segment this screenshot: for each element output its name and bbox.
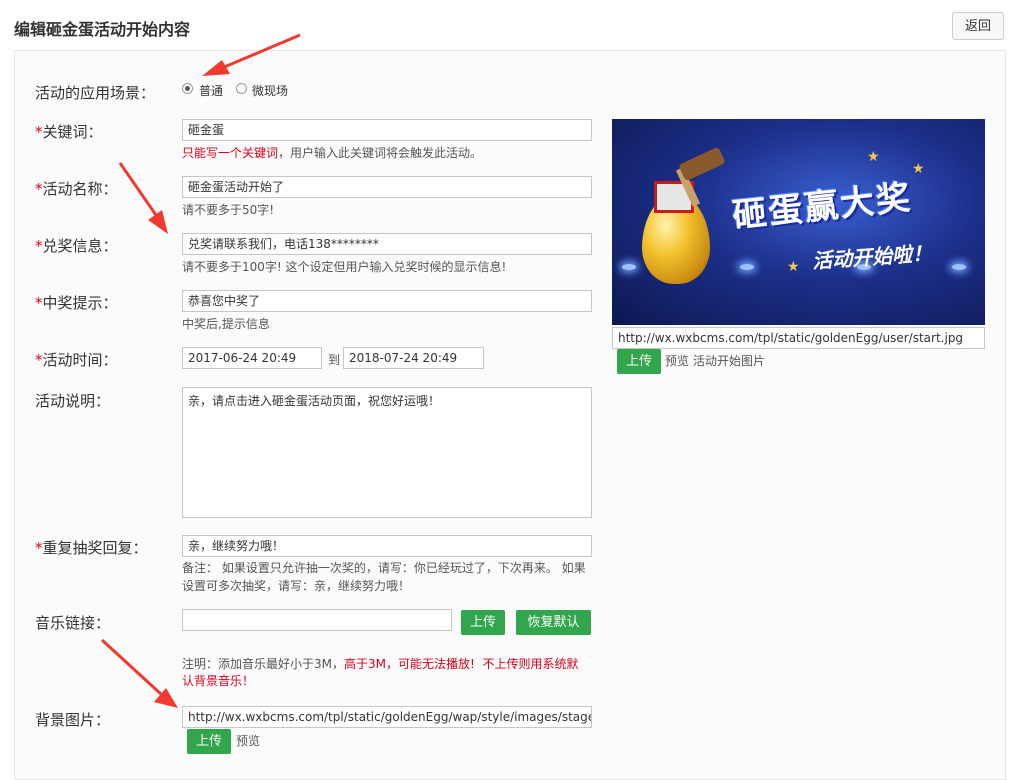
repeat-reply-input[interactable]: 亲，继续努力哦！	[182, 535, 592, 557]
banner-subtitle: 活动开始啦！	[811, 240, 933, 274]
music-upload-button[interactable]: 上传	[461, 610, 505, 635]
spotlight-icon	[952, 264, 966, 270]
scene-label: 活动的应用场景：	[35, 84, 156, 102]
name-label: *活动名称：	[35, 180, 118, 198]
start-time-input[interactable]: 2017-06-24 20:49	[182, 347, 322, 369]
background-preview-link[interactable]: 预览	[236, 732, 260, 749]
start-image-preview: ★ ★ ★ 砸蛋赢大奖 活动开始啦！	[612, 119, 985, 325]
start-image-url-input[interactable]: http://wx.wxbcms.com/tpl/static/goldenEg…	[612, 327, 985, 349]
scene-option-normal: 普通	[199, 84, 224, 98]
win-tip-hint: 中奖后,提示信息	[182, 317, 270, 331]
hammer-head-icon	[678, 146, 726, 182]
keyword-input[interactable]: 砸金蛋	[182, 119, 592, 141]
music-note-line1: 注明：添加音乐最好小于3M，高于3M，可能无法播放! 不上传则用系统默	[182, 657, 579, 671]
scene-option-live: 微现场	[252, 84, 289, 98]
spotlight-icon	[740, 264, 754, 270]
repeat-reply-label: *重复抽奖回复：	[35, 539, 148, 557]
time-label: *活动时间：	[35, 351, 118, 369]
keyword-label: *关键词：	[35, 123, 103, 141]
page-title: 编辑砸金蛋活动开始内容	[14, 20, 191, 39]
prize-info-input[interactable]: 兑奖请联系我们，电话138********	[182, 233, 592, 255]
start-image-caption: 活动开始图片	[693, 354, 766, 368]
background-label: 背景图片：	[35, 711, 111, 729]
description-label: 活动说明：	[35, 392, 111, 410]
background-url-input[interactable]: http://wx.wxbcms.com/tpl/static/goldenEg…	[182, 706, 592, 728]
name-hint: 请不要多于50字!	[182, 203, 275, 217]
prize-info-hint: 请不要多于100字! 这个设定但用户输入兑奖时候的显示信息!	[182, 260, 507, 274]
scene-radio-normal[interactable]	[182, 83, 193, 94]
star-icon: ★	[787, 259, 800, 275]
music-note-line2: 认背景音乐！	[182, 674, 255, 688]
star-icon: ★	[867, 149, 880, 165]
win-tip-label: *中奖提示：	[35, 294, 118, 312]
spotlight-icon	[622, 264, 636, 270]
start-image-preview-link[interactable]: 预览	[665, 352, 689, 369]
prize-info-label: *兑奖信息：	[35, 237, 118, 255]
repeat-reply-hint-2: 设置可多次抽奖，请写：亲，继续努力哦！	[182, 579, 411, 593]
keyword-hint: 只能写一个关键词，用户输入此关键词将会触发此活动。	[182, 146, 483, 160]
repeat-reply-hint-1: 备注： 如果设置只允许抽一次奖的，请写：你已经玩过了，下次再来。 如果	[182, 561, 586, 575]
back-button[interactable]: 返回	[952, 12, 1004, 40]
music-url-input[interactable]	[182, 609, 452, 631]
scene-radio-live[interactable]	[236, 83, 247, 94]
star-icon: ★	[912, 161, 925, 177]
start-image-upload-button[interactable]: 上传	[617, 349, 661, 374]
music-reset-button[interactable]: 恢复默认	[516, 610, 591, 635]
banner-title: 砸蛋赢大奖	[730, 177, 914, 237]
background-upload-button[interactable]: 上传	[187, 729, 231, 754]
name-input[interactable]: 砸金蛋活动开始了	[182, 176, 592, 198]
music-label: 音乐链接：	[35, 614, 111, 632]
time-separator: 到	[328, 353, 341, 367]
end-time-input[interactable]: 2018-07-24 20:49	[343, 347, 484, 369]
win-tip-input[interactable]: 恭喜您中奖了	[182, 290, 592, 312]
description-textarea[interactable]: 亲，请点击进入砸金蛋活动页面，祝您好运哦！	[182, 387, 592, 518]
